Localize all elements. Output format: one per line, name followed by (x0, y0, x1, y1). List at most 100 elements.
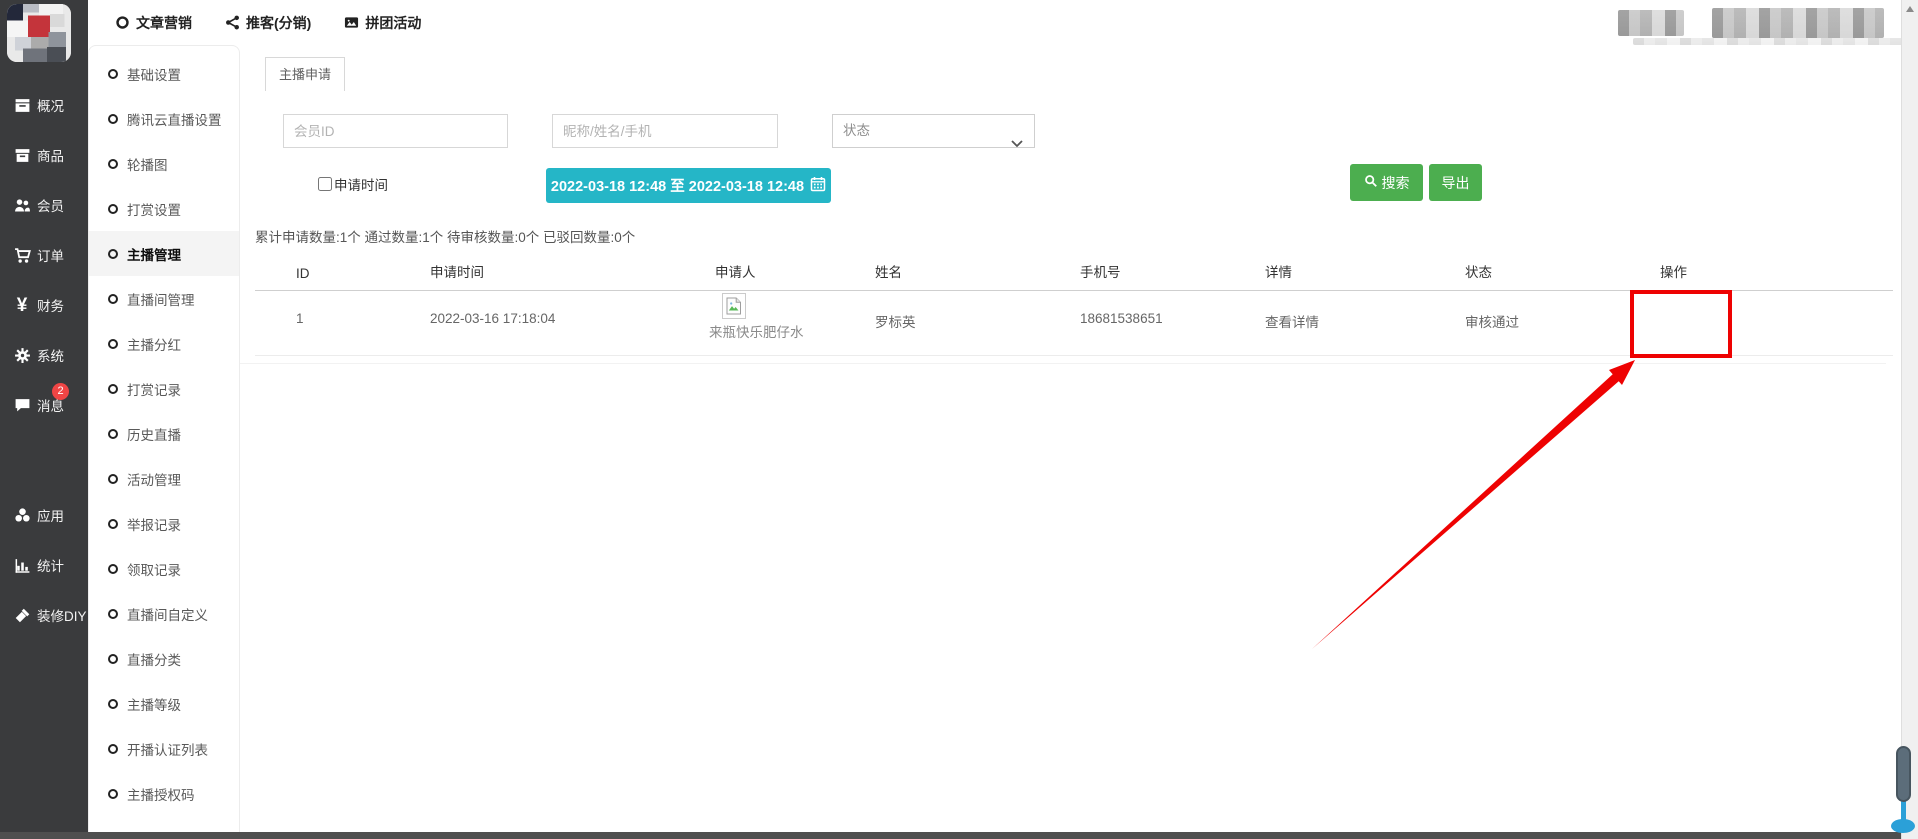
top-nav-item[interactable]: 文章营销 (115, 13, 192, 33)
scroll-up-arrow-icon[interactable] (1902, 0, 1918, 17)
submenu-item[interactable]: 推广码列表 (89, 816, 239, 832)
goods-icon (12, 146, 32, 164)
submenu-item[interactable]: 直播间管理 (89, 276, 239, 321)
bullet-icon (108, 249, 118, 259)
table-header-cell: 详情 (1265, 261, 1292, 281)
submenu-item[interactable]: 主播管理 (89, 231, 239, 276)
sidebar-item-label: 概况 (37, 95, 64, 115)
cell-applicant: 来瓶快乐肥仔水 (709, 293, 804, 341)
submenu-item[interactable]: 领取记录 (89, 546, 239, 591)
top-nav-item[interactable]: 拼团活动 (344, 13, 421, 33)
top-nav-item-label: 文章营销 (136, 13, 192, 33)
submenu-item[interactable]: 主播授权码 (89, 771, 239, 816)
sidebar-item[interactable]: 商品 (0, 130, 88, 180)
table-header-cell: 申请人 (715, 261, 756, 281)
bullet-icon (108, 609, 118, 619)
submenu-item-label: 主播管理 (127, 244, 181, 264)
export-button[interactable]: 导出 (1429, 164, 1482, 201)
sidebar-item-label: 财务 (37, 295, 64, 315)
submenu-item-label: 主播分红 (127, 334, 181, 354)
circle-icon (115, 15, 131, 31)
top-nav-item-label: 拼团活动 (365, 13, 421, 33)
app-logo[interactable] (7, 4, 71, 62)
sidebar-item-label: 订单 (37, 245, 64, 265)
share-icon (225, 15, 241, 31)
submenu-item-label: 主播授权码 (127, 784, 195, 804)
diy-icon (12, 606, 32, 624)
bullet-icon (108, 114, 118, 124)
submenu-item[interactable]: 直播分类 (89, 636, 239, 681)
bullet-icon (108, 564, 118, 574)
image-icon (344, 15, 360, 31)
sidebar-item-label: 商品 (37, 145, 64, 165)
bullet-icon (108, 789, 118, 799)
submenu-item[interactable]: 开播认证列表 (89, 726, 239, 771)
sidebar-item[interactable]: 订单 (0, 230, 88, 280)
blurred-user-info (1618, 10, 1684, 36)
submenu-panel: 基础设置 腾讯云直播设置 轮播图 打赏设置 主播管理 (88, 45, 240, 832)
table-header-cell: 状态 (1465, 261, 1492, 281)
logo-image (7, 4, 71, 62)
blurred-user-info (1633, 38, 1913, 45)
sidebar-item[interactable]: ¥ 财务 (0, 280, 88, 330)
submenu-item-label: 主播等级 (127, 694, 181, 714)
top-nav: 文章营销 推客(分销) 拼团活动 (88, 0, 1901, 45)
sidebar-item[interactable]: 装修DIY (0, 590, 88, 640)
tab-anchor-application[interactable]: 主播申请 (265, 57, 345, 91)
apply-time-checkbox[interactable] (318, 177, 332, 191)
nickname-search-input[interactable] (552, 114, 778, 148)
scroll-indicator (1896, 746, 1911, 802)
top-nav-item[interactable]: 推客(分销) (225, 13, 311, 33)
submenu-item[interactable]: 打赏设置 (89, 186, 239, 231)
calendar-icon (810, 176, 826, 196)
date-range-button[interactable]: 2022-03-18 12:48 至 2022-03-18 12:48 (546, 168, 831, 203)
submenu-item-label: 直播间自定义 (127, 604, 208, 624)
bullet-icon (108, 204, 118, 214)
submenu-item[interactable]: 历史直播 (89, 411, 239, 456)
submenu-item-label: 举报记录 (127, 514, 181, 534)
submenu-item-label: 直播间管理 (127, 289, 195, 309)
status-select-value: 状态 (843, 123, 870, 138)
sidebar-item[interactable]: 消息 2 (0, 380, 88, 430)
submenu-item[interactable]: 主播等级 (89, 681, 239, 726)
cell-apply-time: 2022-03-16 17:18:04 (430, 311, 555, 326)
view-detail-link[interactable]: 查看详情 (1265, 311, 1319, 331)
submenu-item-label: 基础设置 (127, 64, 181, 84)
sidebar-item[interactable]: 系统 (0, 330, 88, 380)
orders-icon (12, 246, 32, 264)
bullet-icon (108, 159, 118, 169)
bullet-icon (108, 384, 118, 394)
submenu-item-label: 历史直播 (127, 424, 181, 444)
cell-phone: 18681538651 (1080, 311, 1163, 326)
table-header-cell: 手机号 (1080, 261, 1121, 281)
sidebar-item[interactable]: 概况 (0, 80, 88, 130)
table-header-cell: ID (296, 266, 310, 281)
submenu-item[interactable]: 举报记录 (89, 501, 239, 546)
applicant-nickname: 来瓶快乐肥仔水 (709, 321, 804, 341)
sidebar-item-label: 会员 (37, 195, 64, 215)
sidebar-item[interactable]: 应用 (0, 490, 88, 540)
sidebar-item-label: 系统 (37, 345, 64, 365)
bullet-icon (108, 474, 118, 484)
submenu-item-label: 轮播图 (127, 154, 168, 174)
overview-icon (12, 96, 32, 114)
horizontal-scrollbar[interactable] (0, 832, 1901, 839)
bullet-icon (108, 744, 118, 754)
submenu-item[interactable]: 活动管理 (89, 456, 239, 501)
submenu-item[interactable]: 基础设置 (89, 51, 239, 96)
sidebar-item-label: 统计 (37, 555, 64, 575)
submenu-item[interactable]: 主播分红 (89, 321, 239, 366)
submenu-item-label: 开播认证列表 (127, 739, 208, 759)
submenu-item[interactable]: 轮播图 (89, 141, 239, 186)
submenu-item[interactable]: 直播间自定义 (89, 591, 239, 636)
status-select[interactable]: 状态 (832, 114, 1035, 148)
search-button[interactable]: 搜索 (1350, 164, 1423, 201)
member-id-input[interactable] (283, 114, 508, 148)
sidebar-item[interactable]: 统计 (0, 540, 88, 590)
sidebar-item[interactable]: 会员 (0, 180, 88, 230)
submenu-item[interactable]: 打赏记录 (89, 366, 239, 411)
vertical-scrollbar[interactable] (1901, 0, 1918, 839)
submenu-item[interactable]: 腾讯云直播设置 (89, 96, 239, 141)
blurred-user-info (1712, 8, 1884, 38)
apply-time-label: 申请时间 (334, 174, 388, 194)
